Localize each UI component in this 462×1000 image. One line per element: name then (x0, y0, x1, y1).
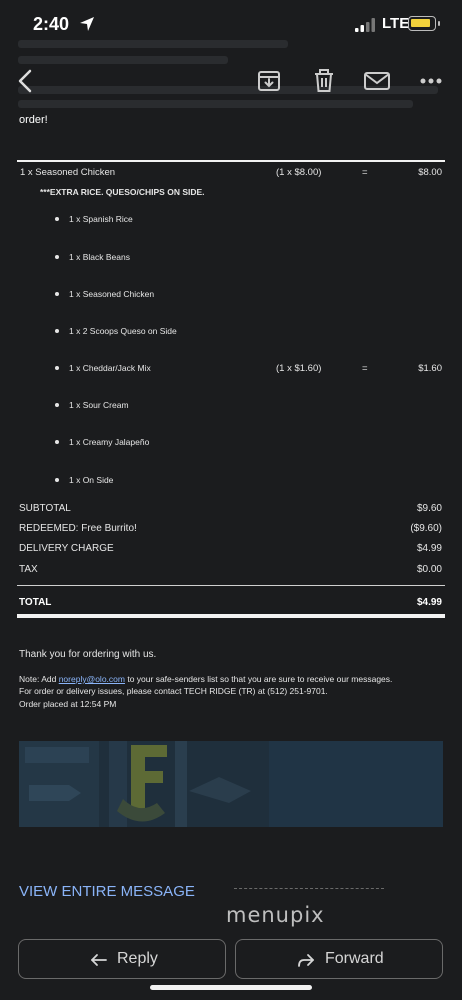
home-indicator (150, 985, 312, 990)
reply-button[interactable]: Reply (18, 939, 226, 979)
item-price: $8.00 (418, 167, 442, 178)
watermark: menupix (226, 903, 325, 927)
location-arrow-icon (80, 17, 94, 31)
forward-label: Forward (325, 950, 384, 967)
item-equals: = (362, 167, 368, 178)
divider (17, 614, 445, 618)
trash-icon[interactable] (311, 68, 337, 94)
thank-you-text: Thank you for ordering with us. (19, 649, 157, 660)
archive-icon[interactable] (256, 68, 282, 94)
item-qty-price: (1 x $8.00) (276, 167, 322, 178)
reply-label: Reply (117, 950, 158, 967)
more-options-icon[interactable] (418, 68, 444, 94)
item-price: $1.60 (418, 363, 442, 374)
divider (234, 888, 384, 889)
email-body-text: order! (19, 114, 48, 126)
mark-unread-mail-icon[interactable] (362, 68, 392, 94)
battery-icon (408, 16, 440, 31)
forward-arrow-icon (298, 954, 314, 967)
divider (17, 585, 445, 586)
forward-button[interactable]: Forward (235, 939, 443, 979)
status-time: 2:40 (33, 14, 70, 34)
divider (17, 160, 445, 162)
item-equals: = (362, 363, 368, 374)
back-chevron-icon[interactable] (14, 68, 40, 94)
item-qty-price: (1 x $1.60) (276, 363, 322, 374)
carrier-label: LTE (382, 15, 410, 32)
item-name: 1 x Seasoned Chicken (20, 167, 116, 178)
order-special-instructions: ***EXTRA RICE. QUESO/CHIPS ON SIDE. (40, 187, 205, 197)
view-entire-message-link[interactable]: VIEW ENTIRE MESSAGE (19, 883, 195, 900)
signal-strength-icon (355, 18, 375, 32)
email-link[interactable]: noreply@olo.com (59, 674, 125, 684)
promo-banner-image (19, 741, 443, 827)
order-notes: Note: Add noreply@olo.com to your safe-s… (19, 674, 393, 709)
email-toolbar (0, 62, 462, 102)
reply-arrow-icon (91, 954, 107, 966)
